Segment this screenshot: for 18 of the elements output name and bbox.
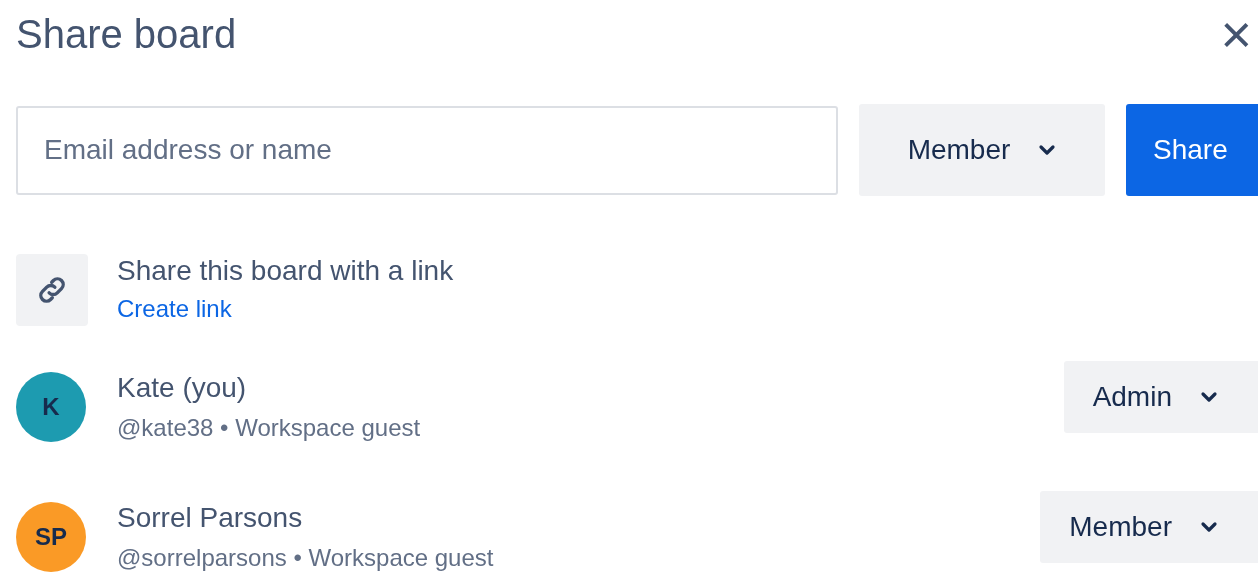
member-handle: @sorrelparsons • Workspace guest — [117, 543, 495, 573]
create-link[interactable]: Create link — [117, 291, 454, 327]
role-dropdown[interactable]: Member — [859, 104, 1105, 196]
avatar: K — [16, 372, 86, 442]
email-input-field[interactable]: Email address or name — [16, 105, 838, 195]
avatar: SP — [16, 502, 86, 572]
share-button[interactable]: Share — [1126, 104, 1258, 196]
dialog-title: Share board — [16, 14, 237, 54]
member-role-dropdown[interactable]: Member — [1040, 491, 1258, 563]
member-role-dropdown[interactable]: Admin — [1063, 361, 1258, 433]
share-link-label: Share this board with a link — [117, 254, 454, 288]
chevron-down-icon — [1200, 391, 1218, 403]
close-button[interactable]: × — [1220, 7, 1252, 61]
member-handle: @kate38 • Workspace guest — [117, 413, 422, 443]
member-name: Sorrel Parsons — [117, 501, 304, 535]
chevron-down-icon — [1200, 521, 1218, 533]
member-name: Kate (you) — [117, 371, 248, 405]
chevron-down-icon — [1038, 144, 1057, 156]
